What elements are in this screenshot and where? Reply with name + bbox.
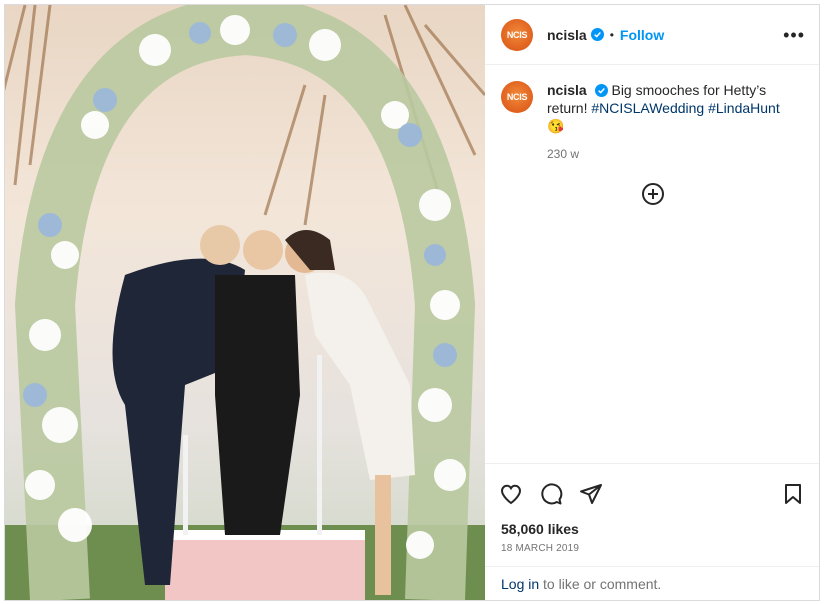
post-date: 18 MARCH 2019 xyxy=(501,543,580,554)
avatar[interactable]: NCIS xyxy=(501,18,533,51)
caption-timestamp[interactable]: 230 w xyxy=(547,145,797,163)
login-prompt-text: to like or comment. xyxy=(543,575,662,592)
like-count[interactable]: 58,060 likes xyxy=(485,521,819,537)
caption-avatar[interactable]: NCIS xyxy=(501,81,533,113)
post-image[interactable] xyxy=(5,5,485,600)
caption: NCIS ncisla Big smooches for Hetty’s ret… xyxy=(501,81,805,163)
verified-badge-icon xyxy=(590,28,604,41)
more-options-icon[interactable]: ••• xyxy=(783,26,805,44)
kiss-emoji: 😘 xyxy=(547,118,565,134)
login-prompt: Log in to like or comment. xyxy=(485,566,819,600)
wedding-photo xyxy=(5,5,485,600)
comments-section: NCIS ncisla Big smooches for Hetty’s ret… xyxy=(485,65,819,463)
bookmark-icon[interactable] xyxy=(781,482,805,506)
post-header: NCIS ncisla • Follow ••• xyxy=(485,5,819,65)
post-sidebar: NCIS ncisla • Follow ••• NCIS ncisla Big xyxy=(485,5,819,600)
caption-text: ncisla Big smooches for Hetty’s return! … xyxy=(547,81,797,163)
username[interactable]: ncisla xyxy=(547,27,587,43)
comment-icon[interactable] xyxy=(539,482,563,506)
caption-username[interactable]: ncisla xyxy=(547,82,587,98)
load-more-comments-icon[interactable] xyxy=(641,182,665,206)
separator-dot: • xyxy=(609,27,614,42)
post-dialog: NCIS ncisla • Follow ••• NCIS ncisla Big xyxy=(4,4,820,601)
share-icon[interactable] xyxy=(579,482,603,506)
follow-button[interactable]: Follow xyxy=(620,27,664,43)
caption-verified-icon xyxy=(594,84,608,97)
login-link[interactable]: Log in xyxy=(501,576,539,592)
heart-icon[interactable] xyxy=(499,482,523,506)
hashtag-lindahunt[interactable]: #LindaHunt xyxy=(708,100,780,116)
action-bar xyxy=(485,463,819,523)
hashtag-ncislawedding[interactable]: #NCISLAWedding xyxy=(591,100,704,116)
